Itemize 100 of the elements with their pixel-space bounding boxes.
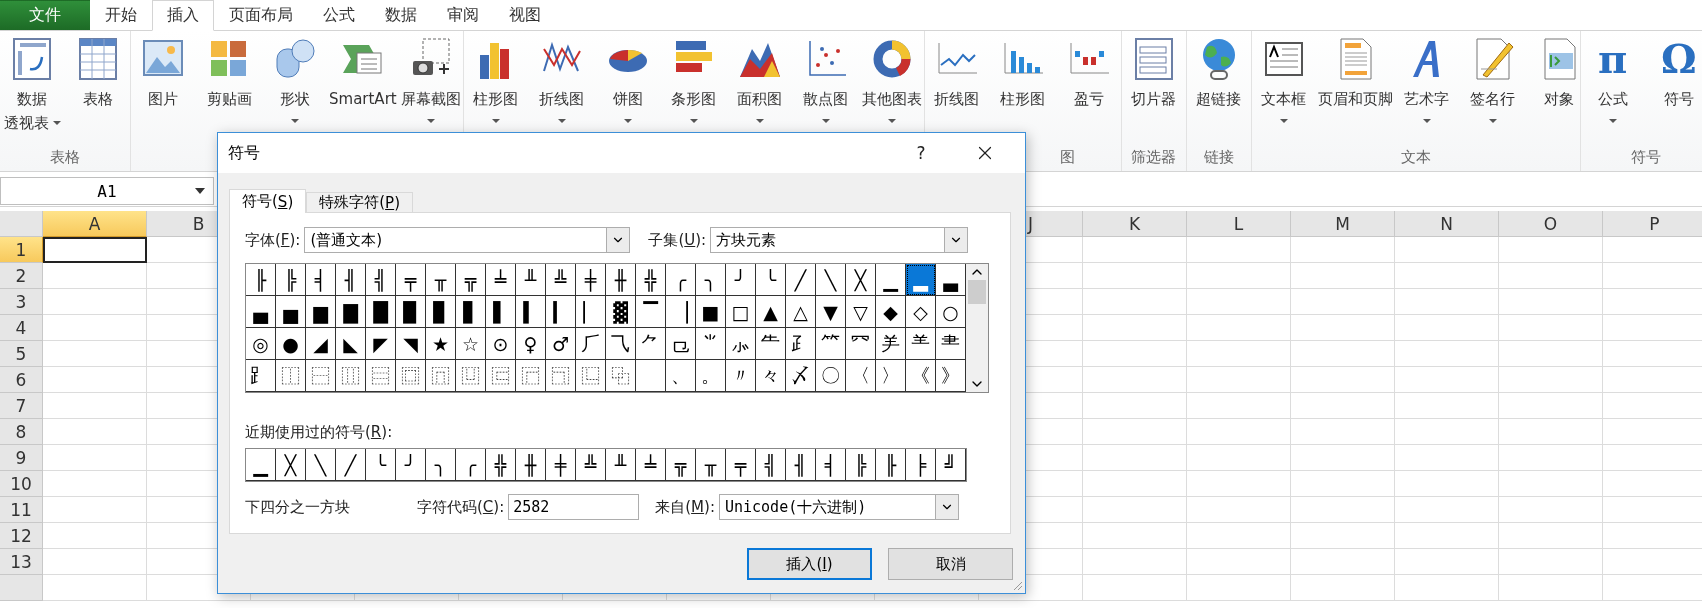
ribbon-button[interactable]: 面积图 <box>727 31 792 143</box>
symbol-cell[interactable]: ╟ <box>246 264 276 296</box>
sheet-cell[interactable] <box>1291 471 1395 497</box>
symbol-cell[interactable]: ╢ <box>786 449 816 481</box>
sheet-cell[interactable] <box>1395 419 1499 445</box>
ribbon-button[interactable]: 表格 <box>66 31 130 143</box>
symbol-cell[interactable]: ◆ <box>876 296 906 328</box>
row-header[interactable]: 11 <box>0 497 43 523</box>
row-header[interactable]: 5 <box>0 341 43 367</box>
row-header[interactable]: 6 <box>0 367 43 393</box>
dialog-tab[interactable]: 符号(S) <box>229 189 307 213</box>
symbol-cell[interactable]: 》 <box>936 360 966 392</box>
sheet-cell[interactable] <box>1291 289 1395 315</box>
symbol-cell[interactable]: ╡ <box>816 449 846 481</box>
symbol-cell[interactable]: ⿳ <box>366 360 396 392</box>
sheet-cell[interactable] <box>1187 237 1291 263</box>
row-header[interactable]: 1 <box>0 237 43 263</box>
sheet-cell[interactable] <box>1395 523 1499 549</box>
symbol-cell[interactable]: ⺮ <box>816 328 846 360</box>
sheet-cell[interactable] <box>1395 393 1499 419</box>
ribbon-button[interactable]: 条形图 <box>661 31 726 143</box>
sheet-cell[interactable] <box>1083 575 1187 601</box>
symbol-cell[interactable]: ⺪ <box>786 328 816 360</box>
column-header[interactable]: N <box>1395 211 1499 237</box>
symbol-cell[interactable]: ⺻ <box>936 328 966 360</box>
symbol-cell[interactable]: ▁ <box>246 449 276 481</box>
symbol-cell[interactable]: ╠ <box>846 449 876 481</box>
symbol-cell[interactable]: ⊙ <box>486 328 516 360</box>
sheet-cell[interactable] <box>43 419 147 445</box>
sheet-cell[interactable] <box>43 393 147 419</box>
symbol-cell[interactable]: ⺷ <box>906 328 936 360</box>
ribbon-button[interactable]: 切片器 <box>1121 31 1186 143</box>
symbol-cell[interactable]: ▌ <box>486 296 516 328</box>
symbol-cell[interactable]: ▁ <box>876 264 906 296</box>
sheet-cell[interactable] <box>1187 289 1291 315</box>
sheet-cell[interactable] <box>43 341 147 367</box>
sheet-cell[interactable] <box>1187 445 1291 471</box>
row-header[interactable]: 8 <box>0 419 43 445</box>
sheet-cell[interactable] <box>1083 341 1187 367</box>
symbol-cell[interactable]: ⺋ <box>666 328 696 360</box>
sheet-cell[interactable] <box>1083 237 1187 263</box>
ribbon-button[interactable]: 页眉和页脚 <box>1317 31 1393 143</box>
symbol-cell[interactable]: ╫ <box>606 264 636 296</box>
sheet-cell[interactable] <box>1187 263 1291 289</box>
symbol-cell[interactable]: ╟ <box>876 449 906 481</box>
sheet-cell[interactable] <box>43 289 147 315</box>
symbol-cell[interactable]: ⿴ <box>396 360 426 392</box>
sheet-cell[interactable] <box>1083 315 1187 341</box>
sheet-cell[interactable] <box>1499 419 1603 445</box>
row-header[interactable]: 10 <box>0 471 43 497</box>
symbol-cell[interactable]: ▎ <box>546 296 576 328</box>
sheet-cell[interactable] <box>1395 315 1499 341</box>
row-header[interactable] <box>0 575 43 601</box>
sheet-cell[interactable] <box>1291 263 1395 289</box>
dialog-tab[interactable]: 特殊字符(P) <box>306 192 413 213</box>
dialog-button[interactable]: 取消 <box>888 548 1013 580</box>
symbol-cell[interactable]: ╣ <box>366 264 396 296</box>
row-header[interactable]: 4 <box>0 315 43 341</box>
ribbon-button[interactable]: 柱形图 <box>463 31 528 143</box>
sheet-cell[interactable] <box>1395 263 1499 289</box>
ribbon-button[interactable]: 饼图 <box>595 31 660 143</box>
symbol-cell[interactable]: ╰ <box>366 449 396 481</box>
sheet-cell[interactable] <box>1395 575 1499 601</box>
column-header[interactable]: O <box>1499 211 1603 237</box>
sheet-cell[interactable] <box>1395 367 1499 393</box>
sheet-cell[interactable] <box>1187 341 1291 367</box>
symbol-cell[interactable]: ╬ <box>636 264 666 296</box>
sheet-cell[interactable] <box>1499 315 1603 341</box>
symbol-cell[interactable]: ◢ <box>306 328 336 360</box>
symbol-cell[interactable]: ⿶ <box>456 360 486 392</box>
symbol-cell[interactable]: ⺌ <box>696 328 726 360</box>
sheet-cell[interactable] <box>1499 471 1603 497</box>
symbol-cell[interactable]: ╳ <box>276 449 306 481</box>
sheet-cell[interactable] <box>1187 497 1291 523</box>
symbol-cell[interactable]: ◤ <box>366 328 396 360</box>
sheet-cell[interactable] <box>1395 237 1499 263</box>
sheet-cell[interactable] <box>43 523 147 549</box>
ribbon-button[interactable]: 形状 <box>263 31 327 143</box>
sheet-cell[interactable] <box>1083 419 1187 445</box>
symbol-cell[interactable]: ╧ <box>486 264 516 296</box>
symbol-cell[interactable]: ⿲ <box>336 360 366 392</box>
symbol-cell[interactable]: ⺄ <box>606 328 636 360</box>
row-header[interactable]: 2 <box>0 263 43 289</box>
ribbon-button[interactable]: SmartArt <box>329 31 397 143</box>
symbol-cell[interactable]: ▕ <box>666 296 696 328</box>
symbol-cell[interactable]: ◣ <box>336 328 366 360</box>
symbol-cell[interactable]: △ <box>786 296 816 328</box>
sheet-cell[interactable] <box>1187 471 1291 497</box>
symbol-cell[interactable]: ╥ <box>696 449 726 481</box>
symbol-cell[interactable]: ⿷ <box>486 360 516 392</box>
column-header[interactable]: P <box>1603 211 1702 237</box>
ribbon-button[interactable]: 艺术字 <box>1394 31 1459 143</box>
symbol-cell[interactable]: ⺗ <box>726 328 756 360</box>
symbol-cell[interactable]: ● <box>276 328 306 360</box>
symbol-cell[interactable]: ╩ <box>576 449 606 481</box>
sheet-cell[interactable] <box>43 549 147 575</box>
symbol-cell[interactable]: ▆ <box>306 296 336 328</box>
ribbon-button[interactable]: 超链接 <box>1186 31 1251 143</box>
sheet-cell[interactable] <box>1083 497 1187 523</box>
symbol-cell[interactable]: ╪ <box>576 264 606 296</box>
